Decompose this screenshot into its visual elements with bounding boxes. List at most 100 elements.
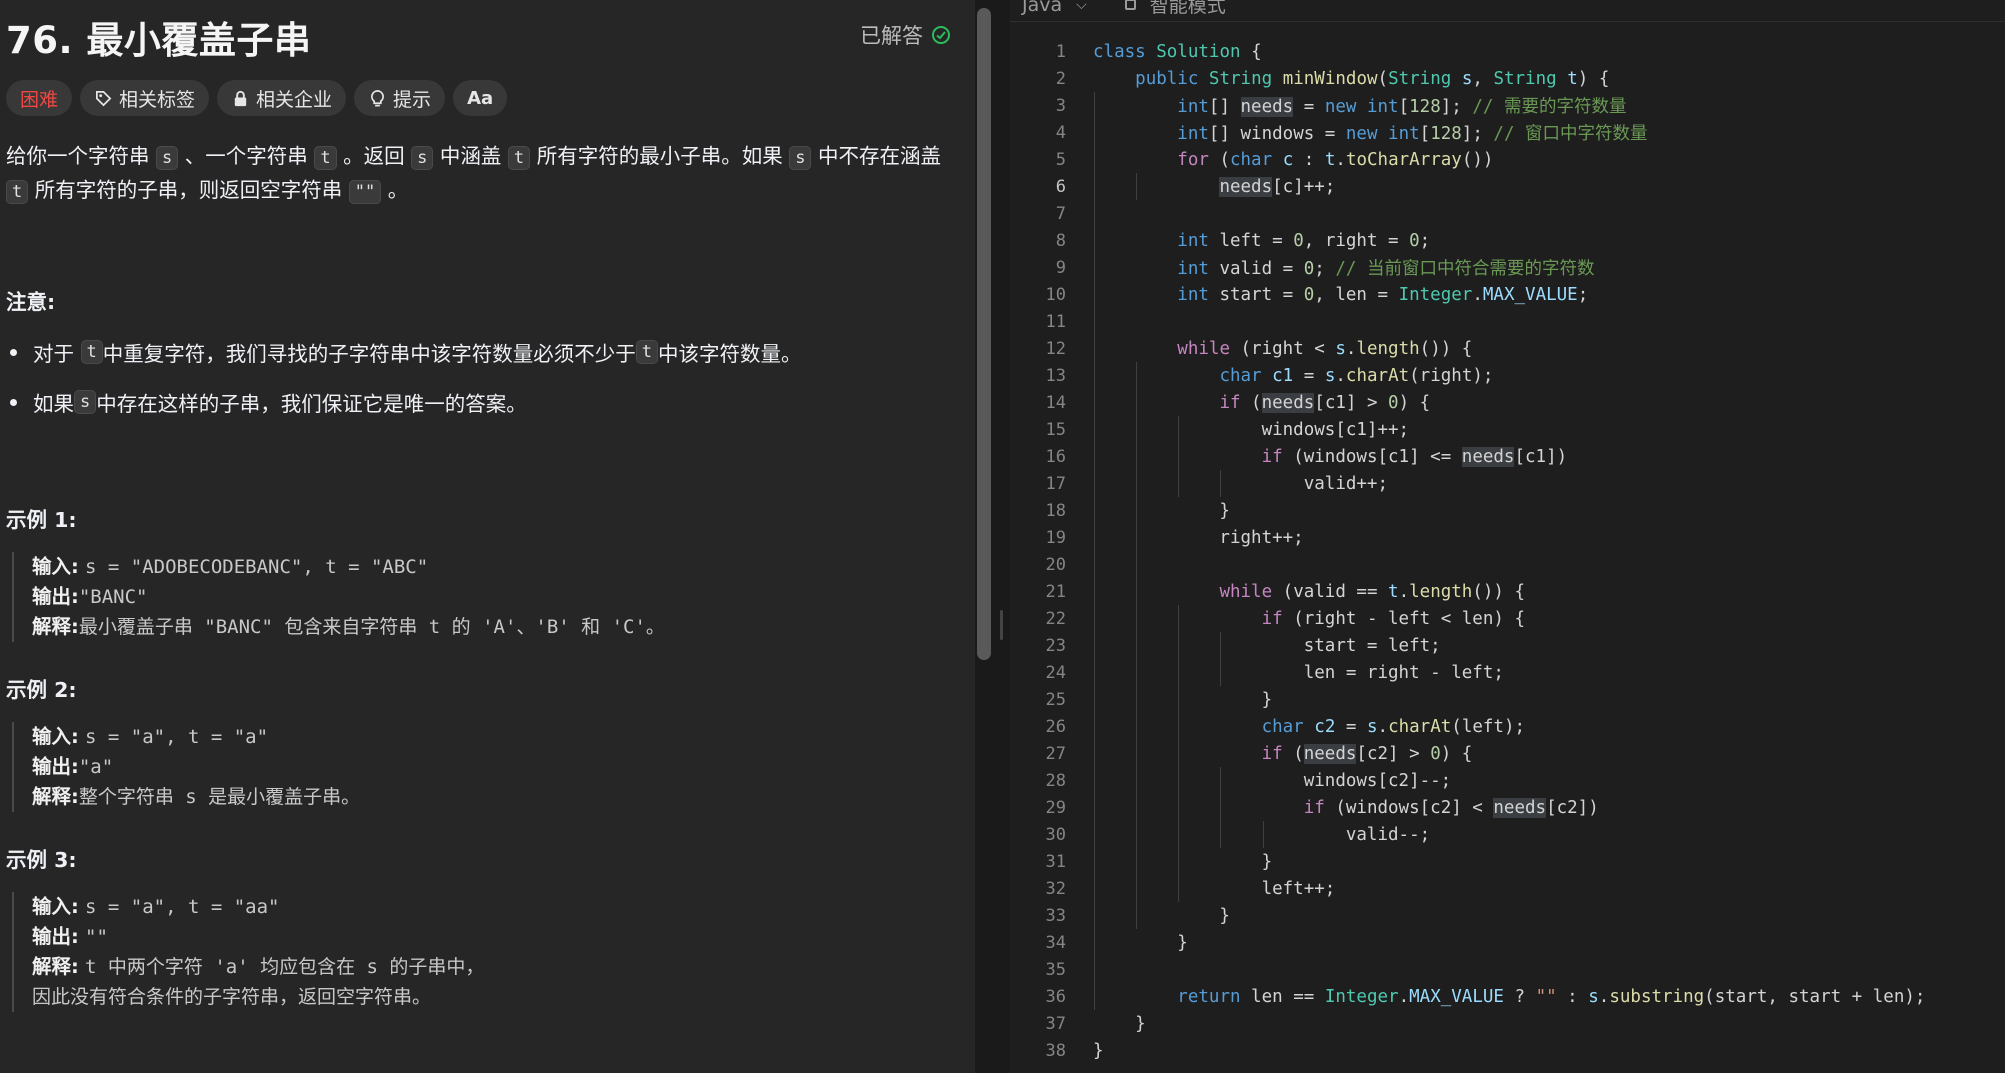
code-line[interactable]: 38} [1010, 1037, 2005, 1064]
code-line[interactable]: 22 if (right - left < len) { [1010, 605, 2005, 632]
code-line[interactable]: 33 } [1010, 902, 2005, 929]
line-number: 25 [1045, 689, 1066, 710]
code-text: windows[c1]++; [1093, 419, 1410, 440]
line-number: 5 [1055, 149, 1066, 170]
code-editor[interactable]: Java ⌵ 智能模式 1 class Solution {2 public St… [1010, 0, 2005, 1073]
code-line[interactable]: 17 valid++; [1010, 470, 2005, 497]
code-area[interactable]: 1 class Solution {2 public String minWind… [1010, 38, 2005, 1064]
code-text: if (needs[c1] > 0) { [1219, 392, 1431, 413]
code-line[interactable]: 23 start = left; [1010, 632, 2005, 659]
code-line[interactable]: 37 } [1010, 1010, 2005, 1037]
chevron-down-icon: ⌵ [1076, 0, 1087, 13]
code-line[interactable]: 28 windows[c2]--; [1010, 767, 2005, 794]
line-number: 35 [1045, 959, 1066, 980]
lock-icon [234, 90, 247, 106]
code-line[interactable]: 10 int start = 0, len = Integer.MAX_VALU… [1010, 281, 2005, 308]
code-line[interactable]: 6 needs[c]++; [1010, 173, 2005, 200]
code-line[interactable]: 11 [1010, 308, 2005, 335]
code-line[interactable]: 4 int[] windows = new int[128]; // 窗口中字符… [1010, 119, 2005, 146]
code-line[interactable]: 3 int[] needs = new int[128]; // 需要的字符数量 [1010, 92, 2005, 119]
description-scrollbar[interactable] [977, 8, 991, 660]
code-line[interactable]: 14 if (needs[c1] > 0) { [1010, 389, 2005, 416]
line-number: 16 [1045, 446, 1066, 467]
bullet-dot [10, 398, 17, 406]
code-text: if (windows[c1] <= needs[c1]) [1261, 446, 1568, 467]
desc-text: 。 [381, 178, 409, 202]
code-line[interactable]: 36 return len == Integer.MAX_VALUE ? "" … [1010, 983, 2005, 1010]
note-bullet: 如果 s 中存在这样的子串，我们保证它是唯一的答案。 [6, 387, 527, 417]
code-text: char c1 = s.charAt(right); [1219, 365, 1494, 386]
font-size-button[interactable]: Aа [453, 80, 508, 116]
code-line[interactable]: 25 } [1010, 686, 2005, 713]
code-line[interactable]: 35 [1010, 956, 2005, 983]
code-line[interactable]: 26 char c2 = s.charAt(left); [1010, 713, 2005, 740]
language-selector[interactable]: Java [1022, 0, 1062, 16]
indent-guide [1220, 632, 1222, 686]
line-number: 27 [1045, 743, 1066, 764]
inline-code: s [74, 390, 97, 414]
code-line[interactable]: 13 char c1 = s.charAt(right); [1010, 362, 2005, 389]
code-line[interactable]: 21 while (valid == t.length()) { [1010, 578, 2005, 605]
code-line[interactable]: 2 public String minWindow(String s, Stri… [1010, 65, 2005, 92]
description-panel: 76. 最小覆盖子串 已解答 困难 相关标签 相关企业 提示 Aа 给你一个字符… [0, 0, 975, 1073]
line-number: 36 [1045, 986, 1066, 1007]
indent-guide [1094, 92, 1095, 1010]
code-text: int[] needs = new int[128]; // 需要的字符数量 [1177, 97, 1627, 117]
code-text: } [1093, 500, 1230, 521]
line-number: 12 [1045, 338, 1066, 359]
desc-text: 、一个字符串 [178, 144, 315, 168]
line-number: 15 [1045, 419, 1066, 440]
indent-guide [1178, 416, 1180, 497]
code-line[interactable]: 16 if (windows[c1] <= needs[c1]) [1010, 443, 2005, 470]
example-output: "a" [78, 756, 114, 778]
mode-box-icon [1124, 0, 1136, 10]
code-text: left++; [1093, 878, 1336, 899]
difficulty-badge[interactable]: 困难 [6, 80, 73, 116]
example-explanation: 最小覆盖子串 "BANC" 包含来自字符串 t 的 'A'、'B' 和 'C'。 [78, 616, 665, 638]
panel-resize-handle[interactable] [995, 0, 1009, 1073]
code-line[interactable]: 1 class Solution { [1010, 38, 2005, 65]
code-line[interactable]: 32 left++; [1010, 875, 2005, 902]
bullet-text: 如果 [33, 392, 74, 416]
code-text: windows[c2]--; [1093, 770, 1452, 791]
example-heading: 示例 1: [6, 508, 77, 532]
code-line[interactable]: 12 while (right < s.length()) { [1010, 335, 2005, 362]
input-label: 输入: [32, 895, 79, 918]
editor-toolbar: Java ⌵ 智能模式 [1010, 0, 2005, 22]
related-tags-button[interactable]: 相关标签 [80, 80, 210, 116]
tag-bar: 困难 相关标签 相关企业 提示 Aа [6, 80, 508, 116]
code-text: for (char c : t.toCharArray()) [1177, 149, 1494, 170]
related-companies-button[interactable]: 相关企业 [217, 80, 347, 116]
code-text: } [1093, 905, 1230, 926]
mode-toggle[interactable]: 智能模式 [1150, 0, 1226, 18]
inline-code: t [6, 180, 29, 204]
inline-code: t [635, 340, 659, 364]
code-line[interactable]: 18 } [1010, 497, 2005, 524]
hint-button[interactable]: 提示 [354, 80, 446, 116]
code-line[interactable]: 5 for (char c : t.toCharArray()) [1010, 146, 2005, 173]
code-line[interactable]: 24 len = right - left; [1010, 659, 2005, 686]
example-input: s = "ADOBECODEBANC", t = "ABC" [85, 556, 429, 578]
code-line[interactable]: 29 if (windows[c2] < needs[c2]) [1010, 794, 2005, 821]
indent-guide [1262, 821, 1264, 848]
code-text: int[] windows = new int[128]; // 窗口中字符数量 [1177, 124, 1648, 144]
code-text: return len == Integer.MAX_VALUE ? "" : s… [1177, 986, 1926, 1007]
line-number: 26 [1045, 716, 1066, 737]
line-number: 21 [1045, 581, 1066, 602]
code-line[interactable]: 19 right++; [1010, 524, 2005, 551]
code-text: if (windows[c2] < needs[c2]) [1303, 797, 1599, 818]
problem-title: 76. 最小覆盖子串 [6, 19, 312, 62]
code-text: if (right - left < len) { [1261, 608, 1525, 629]
code-line[interactable]: 7 [1010, 200, 2005, 227]
code-line[interactable]: 8 int left = 0, right = 0; [1010, 227, 2005, 254]
line-number: 23 [1045, 635, 1066, 656]
code-line[interactable]: 15 windows[c1]++; [1010, 416, 2005, 443]
code-line[interactable]: 30 valid--; [1010, 821, 2005, 848]
inline-code: t [80, 340, 103, 364]
code-line[interactable]: 20 [1010, 551, 2005, 578]
code-line[interactable]: 9 int valid = 0; // 当前窗口中符合需要的字符数 [1010, 254, 2005, 281]
code-line[interactable]: 27 if (needs[c2] > 0) { [1010, 740, 2005, 767]
code-line[interactable]: 31 } [1010, 848, 2005, 875]
code-text: class Solution { [1093, 41, 1262, 62]
code-line[interactable]: 34 } [1010, 929, 2005, 956]
